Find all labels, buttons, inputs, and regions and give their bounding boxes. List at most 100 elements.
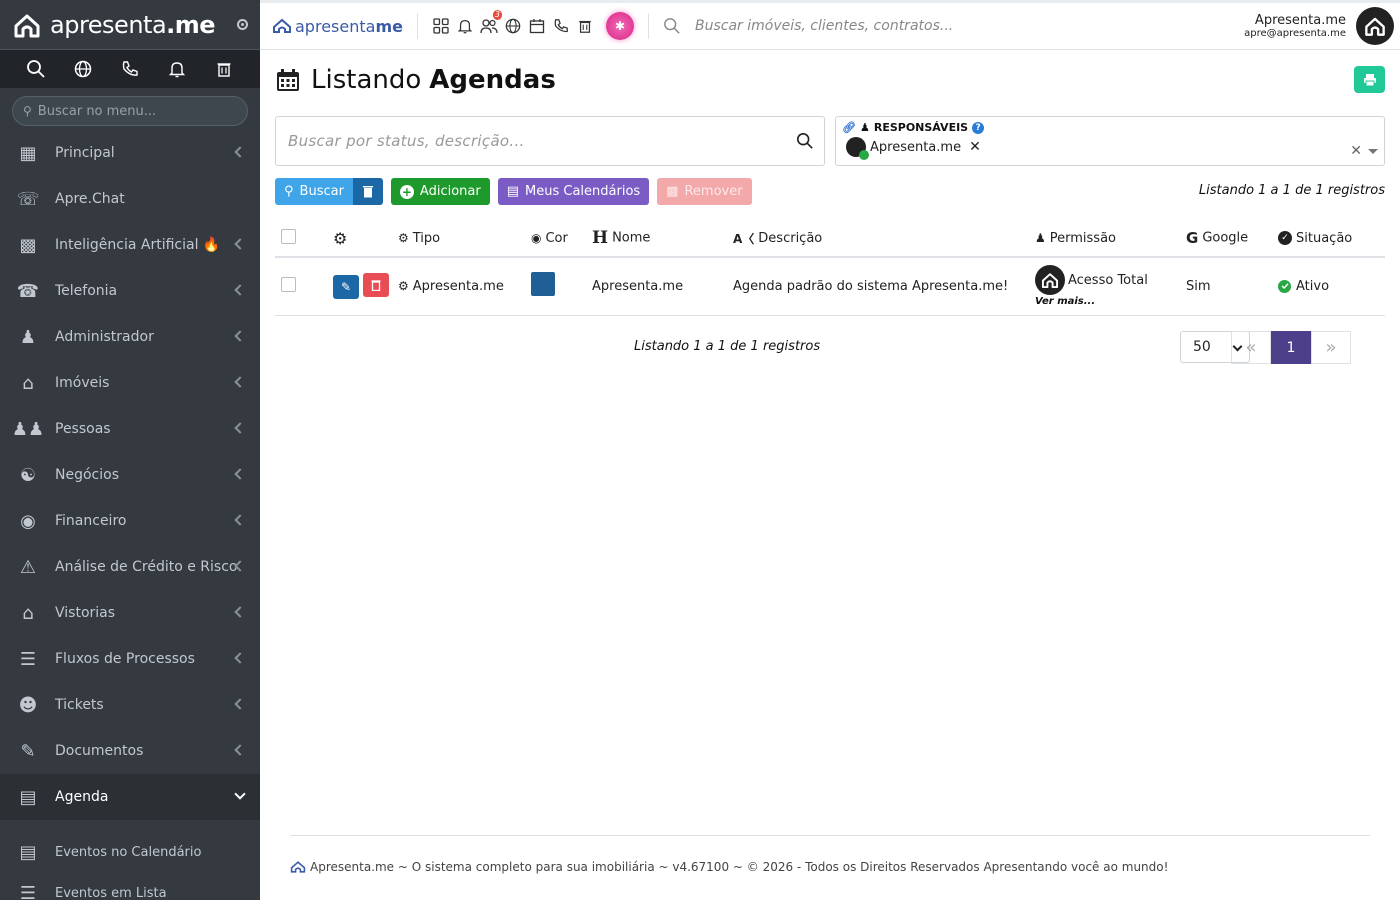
sidebar-item-principal[interactable]: ▦ Principal bbox=[0, 130, 260, 176]
apps-grid-icon[interactable] bbox=[432, 17, 450, 35]
users-icon[interactable]: 3 bbox=[480, 10, 502, 35]
plus-circle-icon: + bbox=[399, 184, 414, 199]
sidebar-item-pessoas[interactable]: ♟♟ Pessoas bbox=[0, 406, 260, 452]
adicionar-button[interactable]: + Adicionar bbox=[390, 178, 490, 205]
sidebar-subitem-eventos-lista[interactable]: ☰ Eventos em Lista bbox=[0, 873, 260, 900]
prev-page-button[interactable]: « bbox=[1231, 331, 1271, 364]
sidebar-item-administrador[interactable]: ♟ Administrador bbox=[0, 314, 260, 360]
remover-button[interactable]: ▩ Remover bbox=[657, 178, 752, 205]
descricao-header[interactable]: A〈 Descrição bbox=[733, 220, 1035, 258]
edit-button[interactable]: ✎ bbox=[333, 275, 359, 300]
sidebar-item-tickets[interactable]: ☻ Tickets bbox=[0, 682, 260, 728]
top-logo[interactable]: apresenta me bbox=[260, 17, 403, 36]
permissao-info: Acesso Total bbox=[1035, 265, 1186, 296]
page-button-current[interactable]: 1 bbox=[1271, 331, 1311, 364]
clear-selection-icon[interactable]: ✕ bbox=[1350, 143, 1362, 159]
buscar-label: Buscar bbox=[299, 184, 344, 199]
page-title-bold: Agendas bbox=[429, 65, 556, 95]
permissao-header[interactable]: ♟ Permissão bbox=[1035, 220, 1186, 258]
trash-icon bbox=[371, 280, 381, 292]
select-all-header bbox=[275, 220, 333, 258]
top-navbar: apresenta me 3 ✱ Buscar imóveis, clientes… bbox=[260, 0, 1400, 50]
sidebar-item-label: Tickets bbox=[55, 697, 104, 713]
responsaveis-select[interactable]: 🔗︎ ♟ RESPONSÁVEIS ? Apresenta.me ✕ ✕ bbox=[835, 116, 1385, 166]
link-icon: 🔗︎ bbox=[842, 121, 856, 134]
row-checkbox[interactable] bbox=[281, 276, 296, 292]
next-page-button[interactable]: » bbox=[1311, 331, 1351, 364]
list-icon: ☰ bbox=[19, 883, 37, 900]
action-toolbar: ⚲ Buscar + Adicionar ▤ Meus Calendários ▩ Re… bbox=[275, 178, 752, 205]
situacao-header-label: Situação bbox=[1296, 230, 1353, 246]
trash-icon[interactable] bbox=[576, 17, 594, 35]
ver-mais-link[interactable]: Ver mais... bbox=[1035, 296, 1186, 307]
sidebar-item-vistorias[interactable]: ⌂ Vistorias bbox=[0, 590, 260, 636]
divider bbox=[416, 13, 418, 39]
situacao-header[interactable]: ✓ Situação bbox=[1278, 220, 1385, 258]
google-header[interactable]: G Google bbox=[1186, 220, 1278, 258]
sidebar-search-input[interactable]: ⚲ Buscar no menu... bbox=[12, 96, 248, 126]
nome-header-label: Nome bbox=[612, 230, 651, 246]
buscar-button[interactable]: ⚲ Buscar bbox=[275, 178, 353, 205]
page-title: Listando Agendas bbox=[275, 65, 556, 95]
sidebar-item-imoveis[interactable]: ⌂ Imóveis bbox=[0, 360, 260, 406]
user-icon: ♟ bbox=[859, 121, 870, 134]
print-button[interactable] bbox=[1354, 66, 1385, 93]
chevron-left-icon bbox=[234, 744, 246, 756]
pin-sidebar-icon[interactable] bbox=[237, 19, 248, 30]
phone-icon[interactable] bbox=[119, 58, 141, 80]
sidebar-item-fluxos[interactable]: ☰ Fluxos de Processos bbox=[0, 636, 260, 682]
cor-header[interactable]: ◉ Cor bbox=[531, 220, 592, 258]
globe-icon[interactable] bbox=[72, 58, 94, 80]
permissao-value: Acesso Total bbox=[1068, 272, 1148, 288]
delete-button[interactable] bbox=[363, 273, 389, 298]
check-circle-icon: ✓ bbox=[1278, 231, 1292, 245]
remove-chip-icon[interactable]: ✕ bbox=[969, 139, 981, 155]
sidebar-item-telefonia[interactable]: ☎ Telefonia bbox=[0, 268, 260, 314]
home-icon: ⌂ bbox=[22, 372, 34, 394]
globe-icon[interactable] bbox=[504, 17, 522, 35]
row-select-cell bbox=[275, 257, 333, 316]
bell-icon[interactable] bbox=[456, 17, 474, 35]
clear-search-button[interactable] bbox=[352, 178, 383, 205]
tipo-value: Apresenta.me bbox=[412, 278, 504, 294]
tipo-header[interactable]: ⚙ Tipo bbox=[398, 220, 531, 258]
phone-icon: ☎ bbox=[16, 280, 40, 302]
divider bbox=[647, 13, 649, 39]
help-icon[interactable]: ? bbox=[972, 121, 985, 134]
warning-icon: ⚠ bbox=[19, 556, 37, 578]
bell-icon[interactable] bbox=[166, 58, 188, 80]
responsavel-chip: Apresenta.me ✕ bbox=[842, 137, 1378, 160]
trash-icon: ▩ bbox=[666, 184, 679, 199]
sidebar-item-financeiro[interactable]: ◉ Financeiro bbox=[0, 498, 260, 544]
nome-header[interactable]: H Nome bbox=[592, 220, 733, 258]
gear-icon: ⚙ bbox=[333, 228, 348, 248]
global-search-input[interactable]: Buscar imóveis, clientes, contratos... bbox=[663, 17, 1244, 35]
calendar-icon[interactable] bbox=[528, 17, 546, 35]
sidebar-item-aprechat[interactable]: ☏ Apre.Chat bbox=[0, 176, 260, 222]
robot-icon: ▩ bbox=[19, 234, 37, 256]
search-icon[interactable] bbox=[25, 58, 47, 80]
notification-badge: 3 bbox=[492, 10, 502, 20]
agenda-search-input[interactable]: Buscar por status, descrição... bbox=[275, 116, 825, 166]
sidebar-brand[interactable]: apresenta.me bbox=[0, 0, 260, 50]
descricao-header-label: Descrição bbox=[758, 230, 823, 246]
user-info[interactable]: Apresenta.me apre@apresenta.me bbox=[1244, 13, 1346, 39]
phone-icon[interactable] bbox=[552, 17, 570, 35]
avatar[interactable] bbox=[1356, 7, 1394, 45]
row-actions-cell: ✎ bbox=[333, 257, 398, 316]
sidebar-item-label: Imóveis bbox=[55, 375, 110, 391]
search-icon[interactable] bbox=[796, 132, 814, 150]
select-all-checkbox[interactable] bbox=[281, 228, 296, 244]
sidebar-subitem-eventos-calendario[interactable]: ▤ Eventos no Calendário bbox=[0, 832, 260, 873]
ai-assistant-button[interactable]: ✱ bbox=[605, 12, 634, 40]
meus-calendarios-button[interactable]: ▤ Meus Calendários bbox=[497, 178, 650, 205]
sidebar-item-negocios[interactable]: ☯ Negócios bbox=[0, 452, 260, 498]
sidebar-item-analise-credito[interactable]: ⚠ Análise de Crédito e Risco bbox=[0, 544, 260, 590]
palette-icon: ◉ bbox=[531, 231, 542, 245]
search-button-group: ⚲ Buscar bbox=[275, 178, 383, 205]
sidebar-item-documentos[interactable]: ✎ Documentos bbox=[0, 728, 260, 774]
trash-icon[interactable] bbox=[213, 58, 235, 80]
caret-down-icon[interactable] bbox=[1368, 149, 1378, 154]
sidebar-item-ia[interactable]: ▩ Inteligência Artificial 🔥 bbox=[0, 222, 260, 268]
sidebar-item-agenda[interactable]: ▤ Agenda bbox=[0, 774, 260, 820]
